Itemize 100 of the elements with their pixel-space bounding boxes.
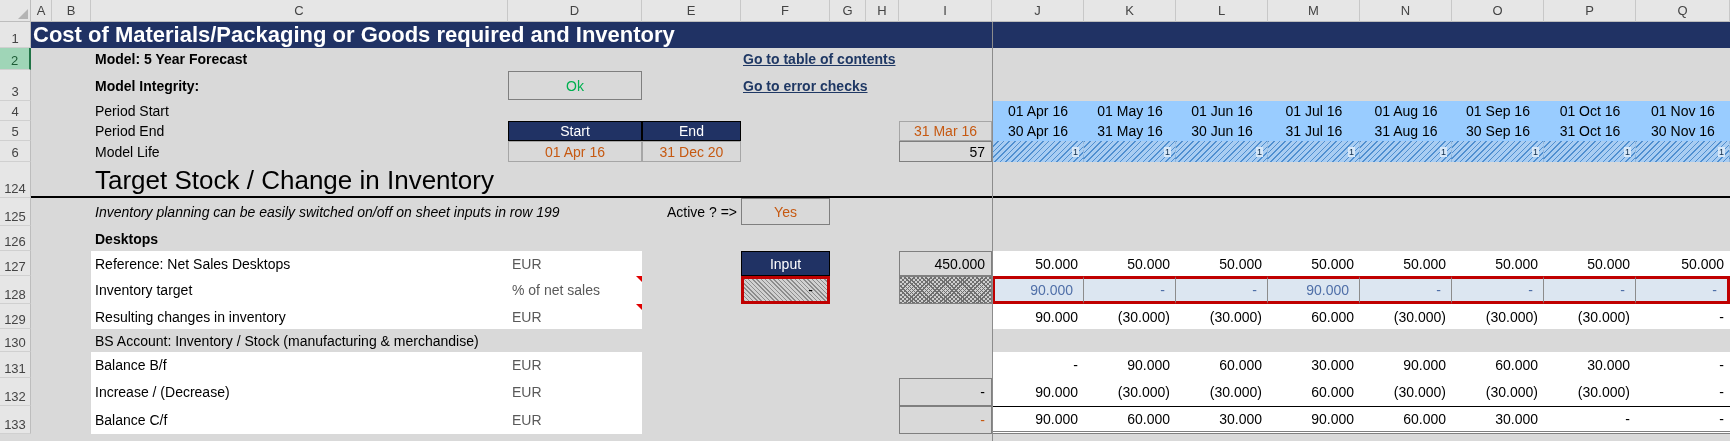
date-cell: 01 Jun 16 [1176, 101, 1268, 121]
total-cell: 450.000 [899, 251, 992, 276]
table-cell: 50.000 [1268, 251, 1360, 276]
date-cell: 31 Jul 16 [1268, 121, 1360, 141]
row-label: Model Integrity: [94, 76, 201, 96]
row-label: Reference: Net Sales Desktops [91, 251, 508, 276]
row-header[interactable]: 5 [0, 121, 31, 141]
table-cell: 50.000 [1176, 251, 1268, 276]
table-cell: (30.000) [1084, 304, 1176, 329]
column-header[interactable]: K [1084, 0, 1176, 22]
table-cell: - [992, 352, 1084, 378]
table-cell: 60.000 [1176, 352, 1268, 378]
cell-flag: 1 [1624, 146, 1631, 157]
row-header[interactable]: 126 [0, 226, 31, 251]
link[interactable]: Go to table of contents [741, 51, 898, 67]
row-header[interactable]: 1 [0, 22, 31, 48]
row-header[interactable]: 131 [0, 352, 31, 378]
row-header[interactable]: 130 [0, 329, 31, 352]
row-label: Model Life [94, 142, 161, 162]
table-cell: (30.000) [1360, 378, 1452, 406]
section-title: Target Stock / Change in Inventory [94, 163, 495, 197]
column-header[interactable]: I [899, 0, 992, 22]
row-header[interactable]: 4 [0, 101, 31, 121]
row-label: Desktops [94, 229, 160, 249]
column-header[interactable]: A [31, 0, 52, 22]
date-cell: 01 Nov 16 [1636, 101, 1730, 121]
table-cell: 50.000 [1084, 251, 1176, 276]
table-cell: 50.000 [1636, 251, 1730, 276]
input-cell[interactable]: - [1176, 276, 1268, 304]
row-header[interactable]: 3 [0, 70, 31, 101]
table-cell: 30.000 [1544, 352, 1636, 378]
row-label: Resulting changes in inventory [91, 304, 508, 329]
date-cell: 31 Oct 16 [1544, 121, 1636, 141]
column-header[interactable]: B [52, 0, 91, 22]
unit-cell: EUR [508, 251, 642, 276]
unit-cell: EUR [508, 352, 642, 378]
table-cell: (30.000) [1084, 378, 1176, 406]
row-header[interactable]: 128 [0, 276, 31, 304]
row-header[interactable]: 132 [0, 378, 31, 406]
link[interactable]: Go to error checks [741, 77, 870, 94]
cell-flag: 1 [1348, 146, 1355, 157]
table-cell: - [1636, 406, 1730, 434]
row-label: Inventory target [91, 276, 508, 304]
column-header[interactable]: J [992, 0, 1084, 22]
column-header[interactable]: N [1360, 0, 1452, 22]
row-header[interactable]: 124 [0, 162, 31, 198]
column-header[interactable]: M [1268, 0, 1360, 22]
row-header[interactable]: 127 [0, 251, 31, 276]
row-label: Increase / (Decrease) [91, 378, 508, 406]
date-cell: 31 Aug 16 [1360, 121, 1452, 141]
table-cell: 60.000 [1268, 304, 1360, 329]
table-cell: 50.000 [1452, 251, 1544, 276]
column-header[interactable]: H [866, 0, 899, 22]
table-cell: 90.000 [1084, 352, 1176, 378]
input-cell[interactable]: - [741, 276, 830, 304]
column-header[interactable]: G [830, 0, 866, 22]
cell-flag: 1 [1718, 146, 1725, 157]
column-header[interactable]: D [508, 0, 642, 22]
date-cell: 31 May 16 [1084, 121, 1176, 141]
table-cell: (30.000) [1544, 304, 1636, 329]
input-cell[interactable]: - [1360, 276, 1452, 304]
row-header[interactable]: 6 [0, 141, 31, 162]
total-cell: - [899, 378, 992, 406]
input-cell[interactable]: 90.000 [1268, 276, 1360, 304]
row-header[interactable]: 129 [0, 304, 31, 329]
column-header[interactable]: Q [1636, 0, 1730, 22]
table-cell: 90.000 [1360, 352, 1452, 378]
table-cell: - [1636, 378, 1730, 406]
table-cell: 90.000 [1268, 406, 1360, 434]
input-cell[interactable]: 90.000 [992, 276, 1084, 304]
table-cell: (30.000) [1176, 378, 1268, 406]
table-cell: 30.000 [1176, 406, 1268, 434]
column-header[interactable]: P [1544, 0, 1636, 22]
input-cell[interactable]: - [1452, 276, 1544, 304]
select-all-icon[interactable] [18, 9, 28, 19]
row-header[interactable]: 125 [0, 198, 31, 226]
column-header[interactable]: F [741, 0, 830, 22]
cell-flag: 1 [1532, 146, 1539, 157]
column-header[interactable]: E [642, 0, 741, 22]
row-label: Model: 5 Year Forecast [94, 50, 249, 69]
table-cell: 60.000 [1360, 406, 1452, 434]
date-cell: 01 Aug 16 [1360, 101, 1452, 121]
input-cell[interactable]: - [1084, 276, 1176, 304]
input-cell[interactable]: - [1544, 276, 1636, 304]
column-header[interactable]: O [1452, 0, 1544, 22]
column-header[interactable]: C [91, 0, 508, 22]
cell-flag: 1 [1164, 146, 1171, 157]
table-cell: (30.000) [1452, 378, 1544, 406]
row-header[interactable]: 2 [0, 48, 31, 70]
column-header[interactable]: L [1176, 0, 1268, 22]
date-cell: 01 Sep 16 [1452, 101, 1544, 121]
cell-flag: 1 [1072, 146, 1079, 157]
date-cell: 31 Mar 16 [899, 121, 992, 141]
date-cell: 30 Jun 16 [1176, 121, 1268, 141]
table-cell: (30.000) [1360, 304, 1452, 329]
table-cell: - [1544, 406, 1636, 434]
column-label: End [642, 121, 741, 141]
row-header[interactable]: 133 [0, 406, 31, 434]
input-cell[interactable]: - [1636, 276, 1730, 304]
cell-flag: 1 [1256, 146, 1263, 157]
